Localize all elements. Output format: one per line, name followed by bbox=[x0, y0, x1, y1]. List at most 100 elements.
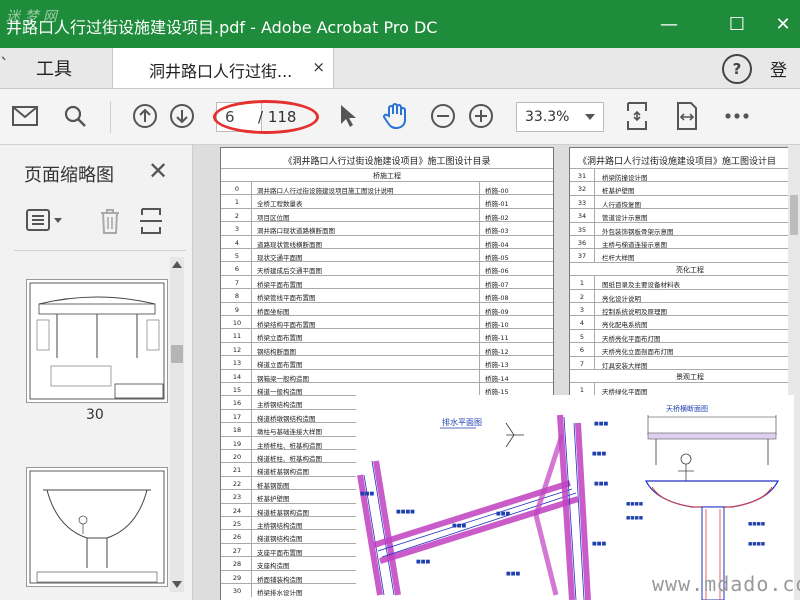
catalog-row: 3 洞井路口现状道路横断面图 桥施-03 bbox=[221, 221, 553, 236]
catalog-row: 4 亮化配电系统图 bbox=[570, 315, 800, 330]
catalog-row: 34 管道设计示意图 bbox=[570, 208, 800, 223]
zoom-value: 33.3% bbox=[525, 109, 570, 125]
page-thumbnail-30[interactable] bbox=[26, 279, 168, 403]
thumbnail-scrollbar[interactable] bbox=[170, 257, 184, 592]
page-thumbnail-31[interactable] bbox=[26, 467, 168, 587]
catalog-row: 32 桩基护壁图 bbox=[570, 181, 800, 196]
row-number: 9 bbox=[234, 305, 240, 314]
minimize-button[interactable]: — bbox=[646, 10, 692, 38]
row-number: 8 bbox=[234, 292, 240, 301]
catalog-title-right: 《洞井路口人行过街设施建设项目》施工图设计目 bbox=[578, 157, 777, 167]
row-number: 15 bbox=[232, 386, 242, 394]
svg-text:■■■: ■■■ bbox=[594, 421, 608, 427]
row-number: 25 bbox=[232, 520, 242, 528]
maximize-button[interactable]: ☐ bbox=[714, 10, 760, 38]
cell-divider bbox=[479, 289, 480, 303]
close-window-button[interactable]: ✕ bbox=[760, 10, 800, 38]
help-button[interactable]: ? bbox=[722, 54, 752, 84]
search-icon[interactable] bbox=[60, 101, 90, 131]
catalog-row: 5 天桥亮化平面布灯图 bbox=[570, 328, 800, 343]
watermark-bottom: www.mdado.com bbox=[652, 572, 800, 596]
mail-icon[interactable] bbox=[10, 101, 40, 131]
document-tab-label: 洞井路口人行过街... bbox=[149, 62, 293, 81]
options-icon[interactable] bbox=[26, 208, 66, 238]
row-number: 32 bbox=[577, 185, 587, 194]
svg-text:■■■: ■■■ bbox=[594, 481, 608, 487]
close-panel-button[interactable]: ✕ bbox=[148, 157, 168, 185]
cell-divider bbox=[594, 289, 595, 303]
fit-page-icon[interactable] bbox=[622, 101, 652, 131]
catalog-title-left: 《洞井路口人行过街设施建设项目》施工图设计目录 bbox=[283, 157, 491, 167]
cell-divider bbox=[251, 570, 252, 584]
cell-divider bbox=[479, 249, 480, 262]
cell-divider bbox=[594, 249, 595, 263]
scroll-down-icon[interactable] bbox=[172, 581, 182, 588]
thumbnail-extract-icon[interactable] bbox=[138, 207, 164, 239]
svg-text:■■■: ■■■ bbox=[360, 491, 374, 497]
cell-divider bbox=[251, 409, 252, 423]
row-number: 10 bbox=[232, 319, 242, 327]
toolbar: 6 / 118 33.3% bbox=[0, 89, 800, 145]
row-number: 18 bbox=[232, 426, 242, 435]
hand-icon[interactable] bbox=[380, 101, 410, 131]
catalog-row: 12 钢结构断面图 桥施-12 bbox=[221, 341, 553, 356]
row-number: 7 bbox=[579, 359, 585, 368]
cell-divider bbox=[251, 275, 252, 289]
cell-divider bbox=[594, 276, 595, 290]
row-number: 29 bbox=[232, 573, 242, 582]
svg-text:■■■: ■■■ bbox=[416, 559, 430, 565]
svg-text:■■■■: ■■■■ bbox=[748, 542, 765, 547]
tab-bar: ˋ 工具 洞井路口人行过街... × ? 登 bbox=[0, 48, 800, 89]
close-tab-button[interactable]: × bbox=[312, 58, 325, 76]
row-number: 17 bbox=[232, 412, 242, 421]
catalog-row: 0 洞井路口人行过街设施建设项目施工图设计说明 桥施-00 bbox=[221, 181, 553, 195]
tools-tab[interactable]: 工具 bbox=[36, 55, 72, 81]
cell-divider bbox=[251, 208, 252, 222]
row-number: 28 bbox=[232, 560, 242, 569]
cell-divider bbox=[594, 169, 595, 182]
more-icon[interactable] bbox=[722, 101, 752, 131]
catalog-row: 14 钢箱梁一般构造图 桥施-14 bbox=[221, 368, 553, 383]
catalog-row: 36 主桥与梯道连接示意图 bbox=[570, 235, 800, 249]
cell-divider bbox=[251, 222, 252, 236]
cell-divider bbox=[479, 342, 480, 356]
catalog-row: 8 桥梁管线平面布置图 桥施-08 bbox=[221, 288, 553, 303]
scroll-up-icon[interactable] bbox=[172, 261, 182, 268]
pointer-icon[interactable] bbox=[333, 101, 363, 131]
row-number: 6 bbox=[579, 346, 585, 355]
cell-divider bbox=[251, 503, 252, 517]
catalog-row: 9 桥面坐标图 桥施-09 bbox=[221, 301, 553, 316]
row-number: 2 bbox=[579, 292, 585, 301]
fit-width-icon[interactable] bbox=[672, 101, 702, 131]
page-up-icon[interactable] bbox=[130, 101, 160, 131]
scrollbar-thumb[interactable] bbox=[171, 345, 183, 363]
cell-divider bbox=[594, 209, 595, 223]
document-scrollbar-thumb[interactable] bbox=[790, 195, 798, 235]
row-number: 23 bbox=[232, 493, 242, 502]
row-number: 3 bbox=[234, 225, 240, 234]
row-number: 5 bbox=[234, 252, 240, 260]
zoom-select[interactable]: 33.3% bbox=[516, 102, 604, 132]
login-button[interactable]: 登 bbox=[770, 56, 787, 81]
page-down-icon[interactable] bbox=[167, 101, 197, 131]
zoom-out-icon[interactable] bbox=[428, 101, 458, 131]
cell-divider bbox=[594, 182, 595, 196]
cell-divider bbox=[251, 543, 252, 557]
zoom-in-icon[interactable] bbox=[466, 101, 496, 131]
row-number: 6 bbox=[234, 265, 240, 274]
cell-divider bbox=[594, 222, 595, 236]
document-tab[interactable]: 洞井路口人行过街... × bbox=[112, 48, 334, 88]
row-number: 30 bbox=[232, 587, 242, 595]
row-title: 桥梁排水设计图 bbox=[257, 589, 303, 597]
cell-divider bbox=[251, 249, 252, 262]
cell-divider bbox=[251, 369, 252, 383]
panel-divider bbox=[14, 250, 186, 251]
trash-icon[interactable] bbox=[98, 207, 122, 239]
svg-text:■■■: ■■■ bbox=[592, 451, 606, 457]
cell-divider bbox=[251, 584, 252, 597]
cell-divider bbox=[594, 303, 595, 316]
cell-divider bbox=[479, 275, 480, 289]
row-number: 21 bbox=[232, 466, 242, 475]
row-number: 36 bbox=[577, 239, 587, 247]
section-header-bridge: 桥施工程 bbox=[221, 168, 553, 181]
